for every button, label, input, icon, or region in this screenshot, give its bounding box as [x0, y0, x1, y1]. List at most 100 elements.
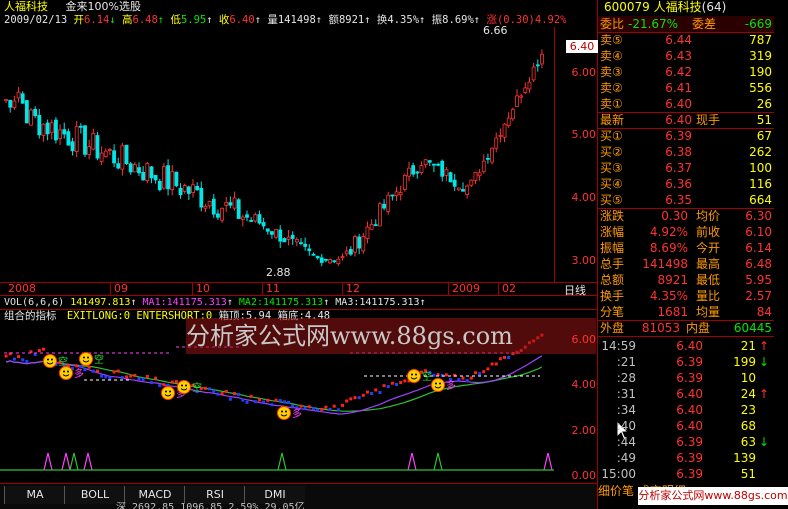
indicator-dot — [237, 392, 241, 396]
quote-sep — [598, 336, 774, 337]
candle-body — [436, 163, 440, 166]
indicator-dot — [282, 400, 286, 404]
candle-body — [411, 165, 416, 175]
indicator-dot — [324, 405, 328, 409]
stat-row: 换手 4.35% 量比 2.57 — [600, 288, 772, 304]
indicator-tick: 4.00 — [571, 378, 597, 391]
weibi-label: 委比 — [600, 17, 625, 31]
sell-signal-label: 多 — [446, 379, 456, 392]
turnover-value: 4.35% — [387, 14, 420, 26]
tab-ma[interactable]: MA — [4, 486, 65, 504]
price-tick: 4.00 — [571, 191, 597, 204]
tick-volume: 10 — [740, 371, 756, 385]
candle-body — [444, 169, 449, 176]
candle-body — [236, 199, 241, 219]
indicator-dot — [21, 358, 25, 362]
indicator-dot — [345, 399, 349, 403]
ask-price: 6.43 — [665, 49, 692, 63]
tick-volume: 199 — [733, 355, 756, 369]
price-axis-border — [554, 27, 555, 282]
stat-label: 最高 — [696, 257, 721, 271]
sell-signal-icon: 多 — [431, 378, 456, 392]
candle-body — [54, 119, 58, 141]
indicator-dot — [395, 383, 399, 387]
candle-body — [481, 160, 486, 172]
weicha-label: 委差 — [692, 17, 717, 31]
indicator-dot — [100, 374, 104, 378]
candle-body — [394, 191, 399, 196]
indicator-tick: 2.00 — [571, 424, 597, 437]
price-candles[interactable] — [0, 27, 554, 282]
indicator-dot — [386, 385, 390, 389]
date-label: 12 — [346, 282, 360, 295]
date-tick — [448, 282, 449, 295]
candle-body — [270, 231, 274, 235]
sell-signal-icon: 多 — [277, 406, 302, 420]
date-tick — [192, 282, 193, 295]
candle-body — [132, 164, 137, 173]
quote-header: 600079 人福科技(64) — [604, 0, 726, 14]
candle-body — [407, 167, 411, 177]
candle-body — [91, 132, 96, 150]
indicator-dot — [494, 362, 498, 366]
candle-body — [112, 150, 116, 164]
tick-volume: 21 — [740, 339, 756, 353]
indicator-dot — [120, 376, 124, 380]
candle-body — [124, 144, 129, 165]
bid-row: 买⑤ 6.35 664 — [600, 192, 772, 208]
candle-body — [37, 114, 42, 136]
signal-spike — [43, 452, 53, 471]
stat-row: 总额 8921 最低 5.95 — [600, 272, 772, 288]
ma3-value: 141175.313 — [359, 297, 420, 308]
indicator-dot — [125, 375, 129, 379]
ma3-label: MA3: — [335, 297, 360, 308]
status-bar: 深 2692.85 1096.85 2.59% 29.05亿 — [116, 502, 305, 509]
candle-body — [174, 171, 179, 187]
indicator-dot — [216, 392, 220, 396]
candle-body — [336, 258, 341, 265]
signal-spike — [277, 452, 287, 471]
indicator-dot — [507, 356, 511, 360]
stat-label: 前收 — [696, 225, 721, 239]
indicator-dot — [320, 407, 324, 411]
candle-body — [149, 166, 154, 179]
candle-body — [419, 165, 424, 173]
ask-price: 6.44 — [665, 33, 692, 47]
candle-body — [8, 99, 13, 108]
tick-arrow: ↑ — [758, 339, 770, 353]
tick-price: 6.39 — [676, 355, 703, 369]
tick-time: :21 — [616, 355, 636, 369]
indicator-dot — [303, 406, 307, 410]
watermark: 分析家公式网www.88gs.com — [186, 318, 596, 354]
period-label[interactable]: 日线 — [564, 282, 586, 298]
indicator-dot — [469, 376, 473, 380]
candle-body — [506, 117, 511, 127]
exitlong-value: EXITLONG:0 — [66, 310, 131, 322]
ask-row: 卖⑤ 6.44 787 — [600, 32, 772, 48]
candle-body — [45, 122, 50, 135]
indicator-dot — [75, 364, 79, 368]
tick-time: 15:00 — [601, 467, 636, 481]
stat-value: 8.69% — [649, 241, 688, 255]
candle-body — [531, 66, 536, 81]
candle-body — [523, 87, 528, 93]
candle-body — [290, 234, 295, 239]
candle-body — [191, 184, 195, 194]
stat-row: 分笔 1681 均量 84 — [600, 304, 772, 320]
indicator-dot — [108, 376, 112, 380]
ask-volume: 190 — [749, 65, 772, 79]
stat-value: 84 — [756, 305, 772, 319]
buy-signal-icon: 空 — [79, 352, 104, 366]
stat-value: 2.57 — [745, 289, 772, 303]
close-label: 收 — [218, 14, 230, 26]
ask-volume: 556 — [749, 81, 772, 95]
tick-volume: 24 — [740, 387, 756, 401]
indicator-dot — [378, 390, 382, 394]
candle-body — [486, 157, 490, 160]
candle-body — [502, 123, 507, 138]
indicator-dot — [145, 374, 149, 378]
ma1-value: 141175.313 — [166, 297, 227, 308]
date-label: 2009 — [452, 282, 480, 295]
indicator-dot — [12, 357, 16, 361]
indicator-dot — [162, 383, 166, 387]
